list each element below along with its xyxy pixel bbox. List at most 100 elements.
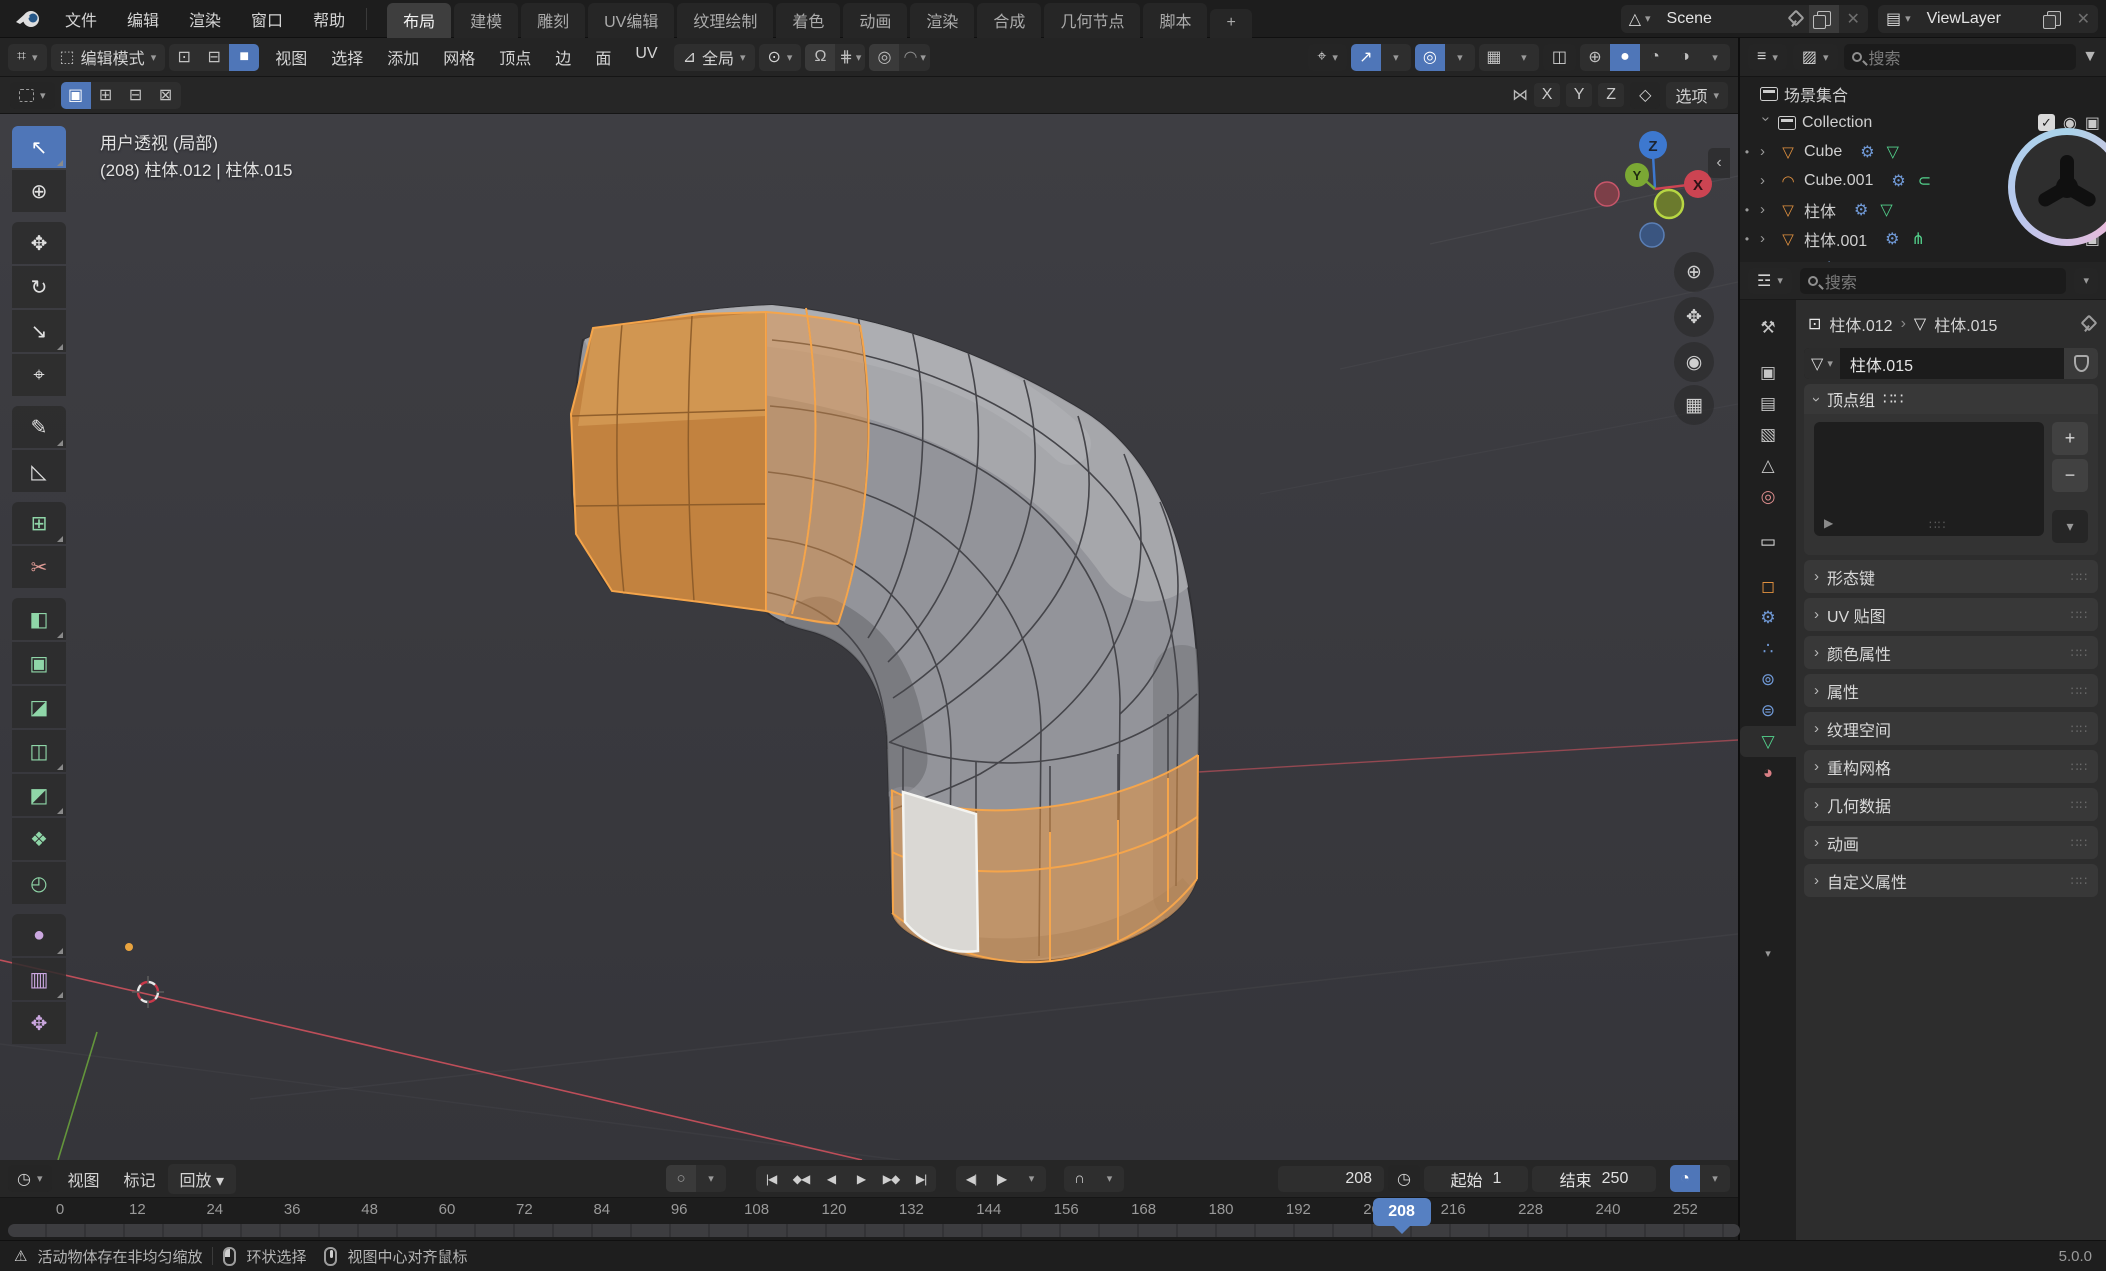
workspace-tab-合成[interactable]: 合成 (977, 3, 1041, 38)
tool-poly-build[interactable]: ❖ (12, 818, 66, 860)
properties-tab-data[interactable]: ▽ (1740, 726, 1796, 757)
tool-annotate[interactable]: ✎ (12, 406, 66, 448)
mesh-name-input[interactable]: 柱体.015 (1840, 352, 2064, 376)
pivot-point-selector[interactable]: ⊙▾ (759, 44, 802, 71)
pin-icon[interactable] (2080, 316, 2094, 332)
viewport-menu-网格[interactable]: 网格 (431, 42, 487, 72)
vertex-select-button[interactable]: ⊡ (169, 44, 199, 71)
drag-grip-icon[interactable]: ∷∷ (2071, 798, 2088, 812)
tool-shrink-fatten[interactable]: ✥ (12, 1002, 66, 1044)
timeline-ruler[interactable]: 0122436486072849610812013214415616818019… (0, 1198, 1738, 1240)
workspace-tab-UV编辑[interactable]: UV编辑 (588, 3, 674, 38)
play-button[interactable]: ▶ (846, 1166, 876, 1192)
tool-loop-cut[interactable]: ◫ (12, 730, 66, 772)
properties-tab-output[interactable]: ▤ (1740, 388, 1796, 419)
play-reverse-button[interactable]: ◀ (816, 1166, 846, 1192)
sidebar-collapse-tab[interactable]: ‹ (1708, 148, 1730, 178)
panel-动画[interactable]: ›动画∷∷ (1804, 826, 2098, 859)
object-name[interactable]: Cube.001 (1804, 172, 1873, 190)
resize-grip-icon[interactable]: ∷∷ (1929, 518, 1946, 532)
outliner-search[interactable]: 搜索 (1844, 44, 2077, 70)
tool-rotate[interactable]: ↻ (12, 266, 66, 308)
breadcrumb-data[interactable]: 柱体.015 (1934, 312, 1997, 336)
properties-tab-modifiers[interactable]: ⚙ (1740, 602, 1796, 633)
outliner-row-scene-collection[interactable]: 场景集合 (1740, 79, 2106, 108)
viewport-menu-边[interactable]: 边 (543, 42, 583, 72)
keying-settings[interactable]: ▾ (1094, 1166, 1124, 1192)
collection-label[interactable]: Collection (1802, 114, 1872, 132)
xray-toggle[interactable]: ◫ (1543, 44, 1576, 71)
face-select-button[interactable]: ■ (229, 44, 259, 71)
expand-icon[interactable]: › (1758, 117, 1775, 129)
fake-user-button[interactable] (2064, 348, 2098, 379)
properties-editor-type[interactable]: ☲▾ (1748, 268, 1792, 294)
panel-自定义属性[interactable]: ›自定义属性∷∷ (1804, 864, 2098, 897)
frame-step-settings[interactable]: ▾ (1016, 1166, 1046, 1192)
vertex-group-specials-button[interactable]: ▾ (2052, 510, 2088, 543)
menu-窗口[interactable]: 窗口 (236, 4, 298, 34)
tool-rip-region[interactable]: ✂ (12, 546, 66, 588)
orientation-selector[interactable]: ⊿全局▾ (674, 44, 755, 71)
object-name[interactable]: 柱体.001 (1804, 227, 1867, 251)
scene-new-button[interactable] (1809, 5, 1839, 33)
viewport-menu-视图[interactable]: 视图 (263, 42, 319, 72)
tool-edge-slide[interactable]: ▥ (12, 958, 66, 1000)
snap-toggle[interactable]: Ω (805, 44, 835, 71)
breadcrumb-object[interactable]: 柱体.012 (1829, 312, 1892, 336)
menu-渲染[interactable]: 渲染 (174, 4, 236, 34)
panel-几何数据[interactable]: ›几何数据∷∷ (1804, 788, 2098, 821)
gizmo-toggle[interactable]: ↗ (1351, 44, 1381, 71)
timeline-editor-type[interactable]: ◷▾ (8, 1165, 52, 1192)
camera-view-button[interactable]: ◉ (1674, 342, 1714, 382)
auto-key-toggle[interactable]: ○ (666, 1165, 696, 1192)
properties-tab-object[interactable]: ◻ (1740, 571, 1796, 602)
ortho-toggle-button[interactable]: ▦ (1674, 385, 1714, 425)
options-dropdown[interactable]: 选项▾ (1666, 82, 1728, 109)
menu-文件[interactable]: 文件 (50, 4, 112, 34)
shading-material-button[interactable]: ◔ (1640, 44, 1670, 71)
mirror-y-toggle[interactable]: Y (1566, 83, 1592, 107)
shading-settings[interactable]: ▾ (1700, 44, 1730, 71)
drag-grip-icon[interactable]: ∷∷ (2071, 646, 2088, 660)
properties-tab-tool[interactable]: ⚒ (1740, 312, 1796, 343)
properties-options[interactable]: ▾ (2074, 268, 2098, 294)
workspace-tab-雕刻[interactable]: 雕刻 (521, 3, 585, 38)
tool-cursor[interactable]: ⊕ (12, 170, 66, 212)
object-name[interactable]: 柱体 (1804, 198, 1836, 222)
panel-属性[interactable]: ›属性∷∷ (1804, 674, 2098, 707)
tool-inset-faces[interactable]: ▣ (12, 642, 66, 684)
outliner-filter-id[interactable]: ▨▾ (1793, 44, 1838, 70)
workspace-tab-着色[interactable]: 着色 (776, 3, 840, 38)
shading-wireframe-button[interactable]: ⊕ (1580, 44, 1610, 71)
mesh-overlay-settings[interactable]: ▾ (1509, 44, 1539, 71)
workspace-tab-建模[interactable]: 建模 (454, 3, 518, 38)
overlays-toggle[interactable]: ◎ (1415, 44, 1445, 71)
object-name[interactable]: Cube (1804, 143, 1842, 161)
workspace-tab-动画[interactable]: 动画 (843, 3, 907, 38)
properties-tab-material[interactable]: ◕ (1740, 757, 1796, 788)
scene-unlink-button[interactable]: ✕ (1839, 9, 1868, 29)
properties-tab-physics[interactable]: ⊚ (1740, 664, 1796, 695)
scene-pin-button[interactable] (1779, 5, 1809, 33)
jump-to-start-button[interactable]: |◀ (756, 1166, 786, 1192)
properties-tab-view-layer[interactable]: ▧ (1740, 419, 1796, 450)
select-set-button[interactable]: ▣ (61, 82, 91, 109)
tool-add-cube[interactable]: ⊞ (12, 502, 66, 544)
navigation-gizmo[interactable]: Z Y X (1568, 124, 1738, 254)
drag-grip-icon[interactable]: ∷∷ (2071, 722, 2088, 736)
next-keyframe-button[interactable]: ▶◆ (876, 1166, 906, 1192)
properties-tabs-overflow[interactable]: ▾ (1740, 938, 1796, 969)
scene-collection-label[interactable]: 场景集合 (1784, 82, 1848, 106)
tool-move[interactable]: ✥ (12, 222, 66, 264)
scene-name[interactable]: Scene (1659, 5, 1779, 33)
tool-smooth[interactable]: ● (12, 914, 66, 956)
auto-key-settings[interactable]: ▾ (696, 1165, 726, 1192)
jump-to-end-button[interactable]: ▶| (906, 1166, 936, 1192)
workspace-tab-渲染[interactable]: 渲染 (910, 3, 974, 38)
prev-keyframe-button[interactable]: ◆◀ (786, 1166, 816, 1192)
zoom-button[interactable]: ⊕ (1674, 252, 1714, 292)
drag-grip-icon[interactable]: ∷∷ (2071, 760, 2088, 774)
tool-scale[interactable]: ↘ (12, 310, 66, 352)
camera-icon[interactable]: ▣ (2085, 113, 2100, 133)
mode-selector[interactable]: ⬚编辑模式▾ (51, 44, 166, 71)
